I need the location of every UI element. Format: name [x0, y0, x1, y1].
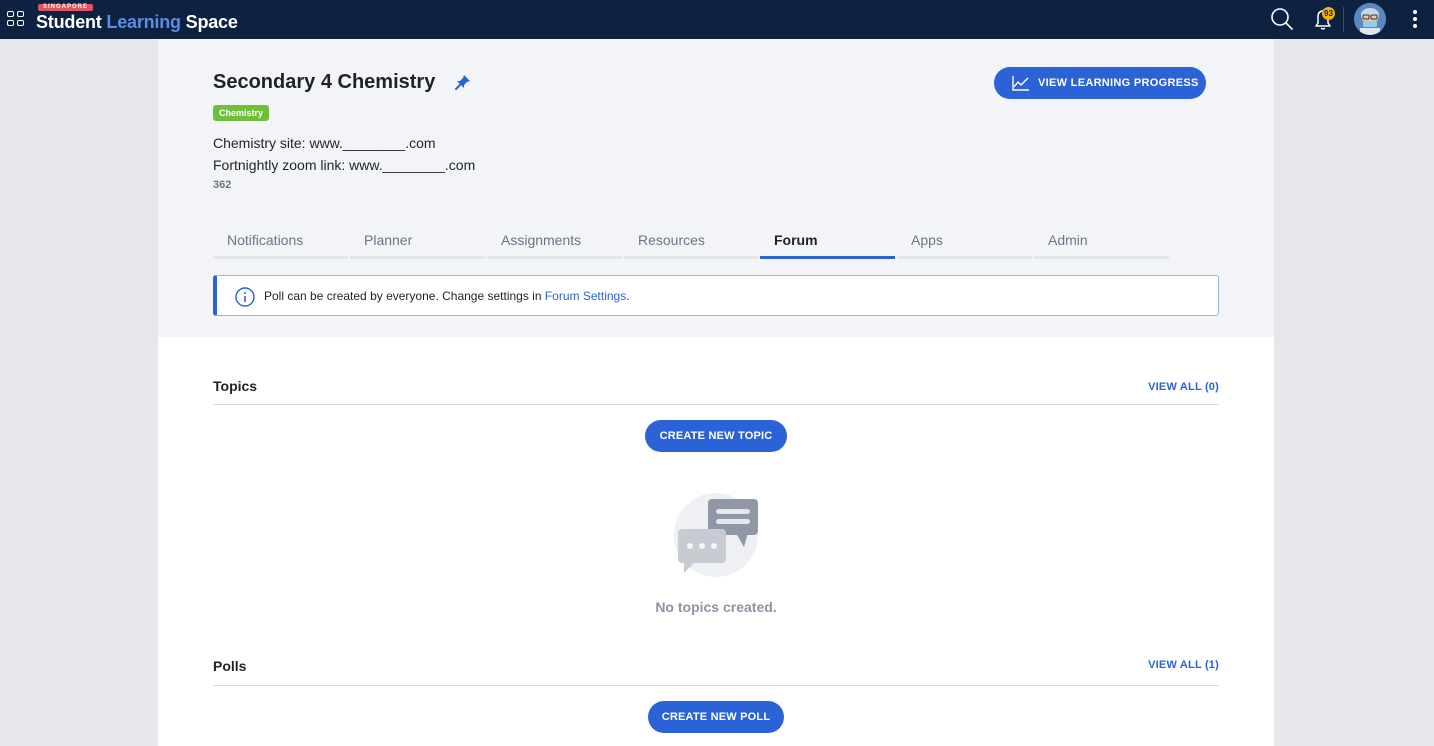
forum-settings-link[interactable]: Forum Settings: [545, 289, 626, 303]
polls-view-all-link[interactable]: VIEW ALL (1): [1148, 659, 1219, 671]
course-description-line: Fortnightly zoom link: www.________.com: [213, 157, 476, 173]
apps-grid-icon[interactable]: [7, 11, 26, 28]
tab-assignments[interactable]: Assignments: [487, 225, 622, 259]
info-banner-text: Poll can be created by everyone. Change …: [264, 289, 630, 303]
page-title: Secondary 4 Chemistry: [213, 71, 436, 93]
info-banner-suffix: .: [626, 289, 630, 303]
view-learning-progress-button[interactable]: VIEW LEARNING PROGRESS: [994, 67, 1206, 99]
pin-icon[interactable]: [454, 73, 472, 91]
tab-notifications[interactable]: Notifications: [213, 225, 348, 259]
topics-view-all-link[interactable]: VIEW ALL (0): [1148, 381, 1219, 393]
search-icon[interactable]: [1270, 0, 1294, 39]
topics-divider: [213, 404, 1219, 405]
main-panel: Secondary 4 Chemistry Chemistry Chemistr…: [158, 39, 1274, 746]
avatar[interactable]: [1354, 3, 1386, 35]
tab-label: Apps: [911, 232, 943, 248]
brand-name: Student Learning Space: [36, 11, 238, 33]
info-banner-message: Poll can be created by everyone. Change …: [264, 289, 545, 303]
polls-divider: [213, 685, 1219, 686]
brand-word-2: Learning: [106, 12, 181, 32]
tab-label: Resources: [638, 232, 705, 248]
create-new-topic-button[interactable]: CREATE NEW TOPIC: [645, 420, 787, 452]
tab-resources[interactable]: Resources: [624, 225, 759, 259]
course-description-line: Chemistry site: www.________.com: [213, 135, 436, 151]
brand-word-1: Student: [36, 12, 102, 32]
info-icon: [235, 287, 255, 307]
tab-label: Admin: [1048, 232, 1088, 248]
tab-label: Planner: [364, 232, 413, 248]
chart-line-icon: [1012, 76, 1029, 91]
course-tabs: Notifications Planner Assignments Resour…: [213, 225, 1170, 259]
tab-planner[interactable]: Planner: [350, 225, 485, 259]
tab-apps[interactable]: Apps: [897, 225, 1032, 259]
course-count: 362: [213, 179, 232, 191]
top-nav-bar: SINGAPORE Student Learning Space 93: [0, 0, 1434, 39]
info-banner: Poll can be created by everyone. Change …: [213, 275, 1219, 316]
empty-topics-message: No topics created.: [655, 599, 777, 615]
create-new-poll-button[interactable]: CREATE NEW POLL: [648, 701, 784, 733]
tab-label: Notifications: [227, 232, 304, 248]
tab-label: Forum: [774, 232, 818, 248]
notification-count-badge: 93: [1322, 7, 1335, 20]
tab-admin[interactable]: Admin: [1034, 225, 1169, 259]
more-vertical-icon[interactable]: [1412, 10, 1418, 30]
course-header: Secondary 4 Chemistry Chemistry Chemistr…: [158, 39, 1274, 337]
brand-country-tag: SINGAPORE: [38, 4, 94, 11]
chat-bubbles-icon: [674, 493, 758, 577]
topics-section-title: Topics: [213, 378, 258, 394]
tab-label: Assignments: [501, 232, 582, 248]
brand-word-3: Space: [185, 12, 238, 32]
polls-section-title: Polls: [213, 658, 247, 674]
tab-forum[interactable]: Forum: [760, 225, 895, 259]
view-learning-progress-label: VIEW LEARNING PROGRESS: [1038, 77, 1199, 89]
nav-divider: [1343, 7, 1344, 32]
subject-tag: Chemistry: [213, 105, 270, 121]
